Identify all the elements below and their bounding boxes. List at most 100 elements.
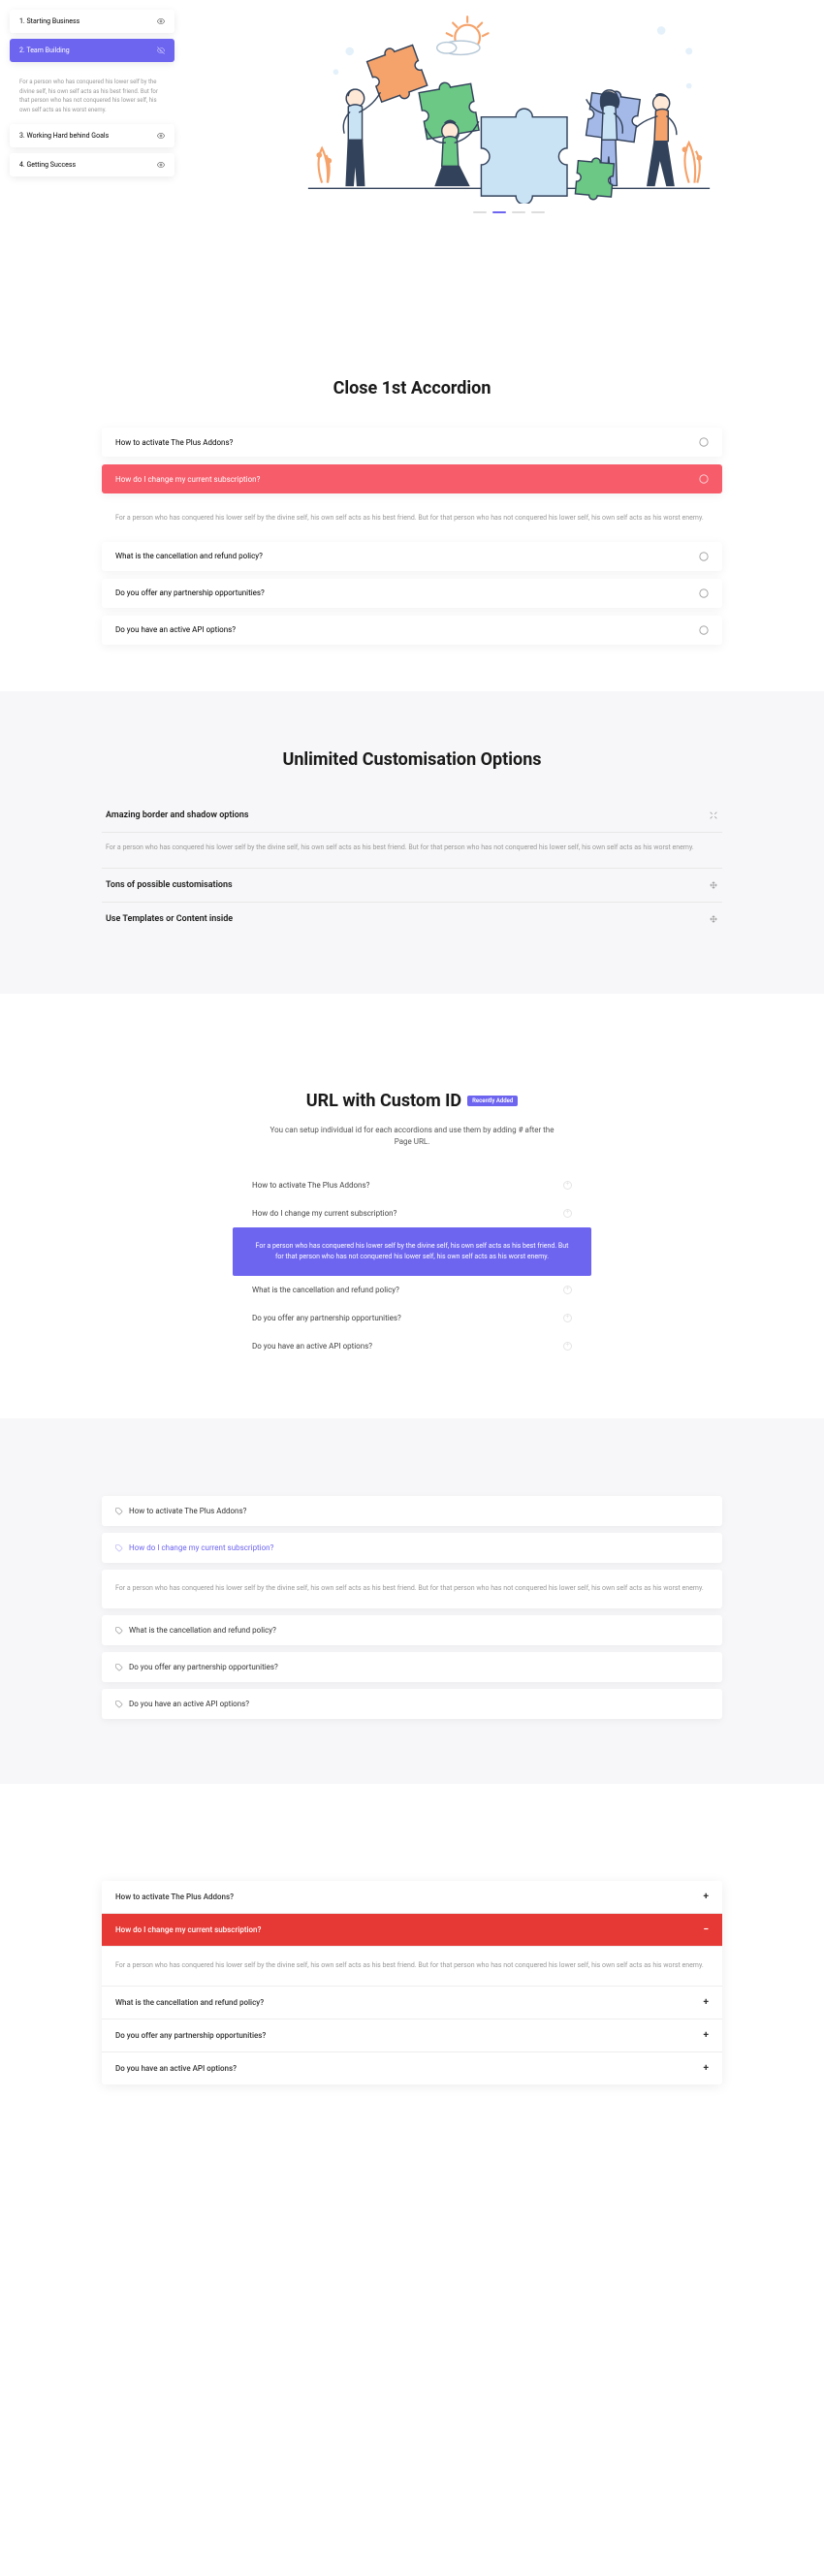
accordion-item[interactable]: How to activate The Plus Addons? (102, 428, 722, 457)
accordion-item[interactable]: How do I change my current subscription? (233, 1199, 591, 1227)
accordion-item-label: What is the cancellation and refund poli… (252, 1286, 399, 1294)
plus-icon (563, 1314, 572, 1322)
eye-icon (157, 17, 165, 25)
plus-icon: + (704, 1997, 709, 2008)
move-icon (709, 914, 718, 924)
carousel-dots (473, 211, 545, 213)
expand-icon (709, 811, 718, 820)
accordion-item[interactable]: How to activate The Plus Addons? (233, 1171, 591, 1199)
accordion-item-label: How do I change my current subscription? (252, 1209, 396, 1218)
accordion-item-label: Do you have an active API options? (129, 1700, 249, 1708)
accordion-item[interactable]: What is the cancellation and refund poli… (102, 542, 722, 571)
eye-off-icon (157, 47, 165, 54)
plus-icon: + (704, 1892, 709, 1902)
accordion-item-4[interactable]: 4. Getting Success (10, 153, 174, 176)
accordion-item[interactable]: Do you offer any partnership opportuniti… (102, 579, 722, 608)
tag-icon (115, 1701, 123, 1708)
accordion-item-label: Do you have an active API options? (115, 625, 236, 634)
section-close-first: Close 1st Accordion How to activate The … (0, 271, 824, 691)
accordion-content: For a person who has conquered his lower… (102, 833, 722, 869)
accordion-item[interactable]: Do you have an active API options? (102, 1689, 722, 1719)
move-icon (709, 880, 718, 890)
accordion-item-label: Do you have an active API options? (115, 2064, 237, 2073)
accordion-item-label: How to activate The Plus Addons? (115, 1892, 234, 1901)
accordion-item[interactable]: Do you offer any partnership opportuniti… (102, 1652, 722, 1682)
plus-icon (563, 1342, 572, 1351)
carousel-dot[interactable] (512, 211, 525, 213)
carousel-dot[interactable] (531, 211, 545, 213)
section-subtitle: You can setup individual id for each acc… (267, 1125, 557, 1148)
accordion-list: Amazing border and shadow options For a … (102, 799, 722, 936)
section-customisation: Unlimited Customisation Options Amazing … (0, 691, 824, 994)
accordion-item[interactable]: Use Templates or Content inside (102, 903, 722, 936)
chevron-icon (699, 474, 709, 484)
accordion-list: How to activate The Plus Addons? How do … (102, 1496, 722, 1719)
plus-icon (563, 1181, 572, 1190)
accordion-item[interactable]: How do I change my current subscription? (102, 1533, 722, 1563)
tag-icon (115, 1627, 123, 1635)
accordion-item-label: Do you offer any partnership opportuniti… (129, 1663, 278, 1671)
accordion-item-label: Amazing border and shadow options (106, 811, 248, 820)
accordion-item[interactable]: Do you have an active API options? (233, 1332, 591, 1360)
chevron-icon (699, 588, 709, 598)
accordion-item-label: Tons of possible customisations (106, 880, 233, 890)
accordion-content: For a person who has conquered his lower… (10, 68, 174, 124)
accordion-item[interactable]: How do I change my current subscription?… (102, 1914, 722, 1947)
section-title: Close 1st Accordion (19, 378, 805, 398)
accordion-list: How to activate The Plus Addons? How do … (102, 428, 722, 645)
section-url-custom-id: URL with Custom ID Recently Added You ca… (0, 994, 824, 1418)
plus-icon: + (704, 2030, 709, 2041)
eye-icon (157, 132, 165, 140)
illustration-panel (204, 10, 814, 213)
accordion-list: How to activate The Plus Addons? How do … (233, 1171, 591, 1360)
accordion-item[interactable]: How do I change my current subscription? (102, 464, 722, 493)
accordion-item-label: 2. Team Building (19, 47, 70, 54)
accordion-item-label: How to activate The Plus Addons? (129, 1507, 246, 1515)
accordion-item[interactable]: What is the cancellation and refund poli… (233, 1276, 591, 1304)
carousel-dot[interactable] (492, 211, 506, 213)
accordion-item-2[interactable]: 2. Team Building (10, 39, 174, 62)
accordion-item-label: How to activate The Plus Addons? (252, 1181, 369, 1190)
recently-added-badge: Recently Added (467, 1096, 518, 1106)
accordion-item[interactable]: Amazing border and shadow options (102, 799, 722, 833)
accordion-item-label: Do you offer any partnership opportuniti… (115, 588, 265, 597)
chevron-icon (699, 552, 709, 561)
accordion-item-label: 4. Getting Success (19, 161, 76, 169)
accordion-item-label: Do you have an active API options? (252, 1342, 372, 1351)
accordion-content: For a person who has conquered his lower… (102, 501, 722, 542)
tag-icon (115, 1664, 123, 1671)
accordion-item-label: Do you offer any partnership opportuniti… (252, 1314, 401, 1322)
accordion-item-3[interactable]: 3. Working Hard behind Goals (10, 124, 174, 147)
teamwork-illustration (204, 10, 814, 204)
accordion-item[interactable]: How to activate The Plus Addons? (102, 1496, 722, 1526)
accordion-left-list: 1. Starting Business 2. Team Building Fo… (10, 10, 174, 213)
accordion-item[interactable]: What is the cancellation and refund poli… (102, 1987, 722, 2019)
section-tag-style: How to activate The Plus Addons? How do … (0, 1418, 824, 1784)
accordion-item-label: How do I change my current subscription? (129, 1543, 273, 1552)
accordion-content: For a person who has conquered his lower… (102, 1947, 722, 1987)
section-team-building: 1. Starting Business 2. Team Building Fo… (0, 0, 824, 271)
accordion-item-label: Use Templates or Content inside (106, 914, 233, 924)
accordion-item-label: What is the cancellation and refund poli… (129, 1626, 276, 1635)
accordion-item-label: Do you offer any partnership opportuniti… (115, 2031, 266, 2040)
tag-icon (115, 1544, 123, 1552)
accordion-item[interactable]: Do you offer any partnership opportuniti… (102, 2019, 722, 2052)
chevron-icon (699, 625, 709, 635)
accordion-item-1[interactable]: 1. Starting Business (10, 10, 174, 33)
accordion-item[interactable]: Tons of possible customisations (102, 869, 722, 903)
accordion-item[interactable]: How to activate The Plus Addons? + (102, 1881, 722, 1914)
minus-icon: − (703, 1924, 709, 1935)
section-title: Unlimited Customisation Options (19, 749, 805, 770)
carousel-dot[interactable] (473, 211, 487, 213)
accordion-item-label: What is the cancellation and refund poli… (115, 552, 263, 560)
accordion-item[interactable]: Do you offer any partnership opportuniti… (233, 1304, 591, 1332)
accordion-item-label: How do I change my current subscription? (115, 475, 260, 484)
chevron-icon (699, 437, 709, 447)
accordion-item[interactable]: Do you have an active API options? + (102, 2052, 722, 2084)
accordion-list: How to activate The Plus Addons? + How d… (102, 1881, 722, 2084)
accordion-item[interactable]: What is the cancellation and refund poli… (102, 1615, 722, 1645)
accordion-content: For a person who has conquered his lower… (102, 1570, 722, 1608)
plus-icon: + (704, 2063, 709, 2074)
accordion-item-label: 1. Starting Business (19, 17, 79, 25)
accordion-item[interactable]: Do you have an active API options? (102, 616, 722, 645)
